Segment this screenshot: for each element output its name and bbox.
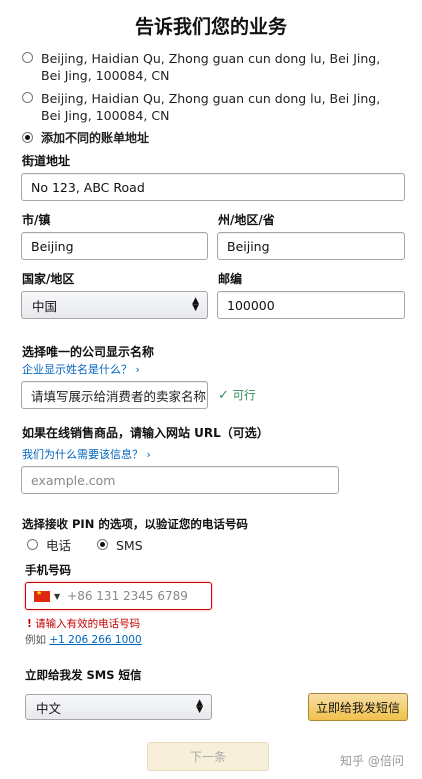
- billing-address-text: Beijing, Haidian Qu, Zhong guan cun dong…: [41, 51, 381, 83]
- billing-address-option-2[interactable]: Beijing, Haidian Qu, Zhong guan cun dong…: [22, 90, 391, 124]
- select-arrows-icon: ▲ ▼: [196, 698, 203, 715]
- state-label: 州/地区/省: [218, 213, 275, 227]
- check-icon: ✓: [218, 388, 229, 403]
- city-input[interactable]: Beijing: [21, 232, 208, 260]
- radio-button[interactable]: [27, 539, 38, 550]
- sms-language-select[interactable]: 中文 ▲ ▼: [25, 694, 212, 720]
- alert-icon: !: [27, 618, 32, 630]
- pin-option-phone-label: 电话: [46, 538, 72, 553]
- china-flag-icon[interactable]: [34, 589, 50, 602]
- postal-label: 邮编: [218, 272, 243, 286]
- country-select[interactable]: 中国 ▲ ▼: [21, 291, 208, 319]
- radio-button[interactable]: [22, 52, 33, 63]
- street-input[interactable]: No 123, ABC Road: [21, 173, 405, 201]
- state-input[interactable]: Beijing: [217, 232, 405, 260]
- phone-input-placeholder: +86 131 2345 6789: [67, 589, 188, 603]
- country-label: 国家/地区: [22, 272, 75, 286]
- next-button[interactable]: 下一条: [147, 742, 269, 771]
- radio-button-selected[interactable]: [97, 539, 108, 550]
- sms-label: 立即给我发 SMS 短信: [25, 668, 142, 682]
- page-title: 告诉我们您的业务: [134, 16, 287, 38]
- city-label: 市/镇: [22, 213, 51, 227]
- phone-input[interactable]: ▼ +86 131 2345 6789: [25, 582, 212, 610]
- postal-input[interactable]: 100000: [217, 291, 405, 319]
- caret-down-icon[interactable]: ▼: [54, 592, 60, 601]
- add-different-address-label: 添加不同的账单地址: [41, 131, 150, 145]
- display-name-label: 选择唯一的公司显示名称: [22, 345, 155, 359]
- display-name-input[interactable]: 请填写展示给消费者的卖家名称: [21, 381, 208, 409]
- sms-language-value: 中文: [36, 700, 62, 716]
- website-input[interactable]: example.com: [21, 466, 339, 494]
- pin-option-sms-label: SMS: [116, 538, 143, 553]
- pin-option-label: 选择接收 PIN 的选项，以验证您的电话号码: [22, 517, 248, 531]
- website-label: 如果在线销售商品，请输入网站 URL（可选）: [22, 426, 269, 440]
- billing-address-option-1[interactable]: Beijing, Haidian Qu, Zhong guan cun dong…: [22, 50, 391, 84]
- watermark: 知乎 @倍问: [340, 754, 404, 768]
- phone-label: 手机号码: [25, 563, 71, 577]
- select-arrows-icon: ▲ ▼: [192, 296, 199, 313]
- phone-example: 例如 +1 206 266 1000: [25, 634, 142, 646]
- website-help-link[interactable]: 我们为什么需要该信息？ ›: [22, 446, 151, 462]
- radio-button[interactable]: [22, 92, 33, 103]
- pin-option-phone[interactable]: 电话: [27, 537, 71, 554]
- chevron-right-icon: ›: [135, 363, 140, 376]
- chevron-right-icon: ›: [146, 448, 151, 461]
- radio-button-selected[interactable]: [22, 132, 33, 143]
- pin-option-sms[interactable]: SMS: [97, 537, 143, 554]
- country-select-value: 中国: [32, 298, 58, 314]
- send-sms-button[interactable]: 立即给我发短信: [308, 693, 408, 721]
- display-name-status: ✓ 可行: [218, 388, 256, 403]
- phone-error: ! 请输入有效的电话号码: [27, 618, 141, 630]
- phone-example-number[interactable]: +1 206 266 1000: [49, 634, 141, 646]
- street-label: 街道地址: [22, 154, 71, 168]
- display-name-help-link[interactable]: 企业显示姓名是什么？ ›: [22, 361, 140, 377]
- add-different-address-option[interactable]: 添加不同的账单地址: [22, 130, 149, 147]
- billing-address-text: Beijing, Haidian Qu, Zhong guan cun dong…: [41, 91, 381, 123]
